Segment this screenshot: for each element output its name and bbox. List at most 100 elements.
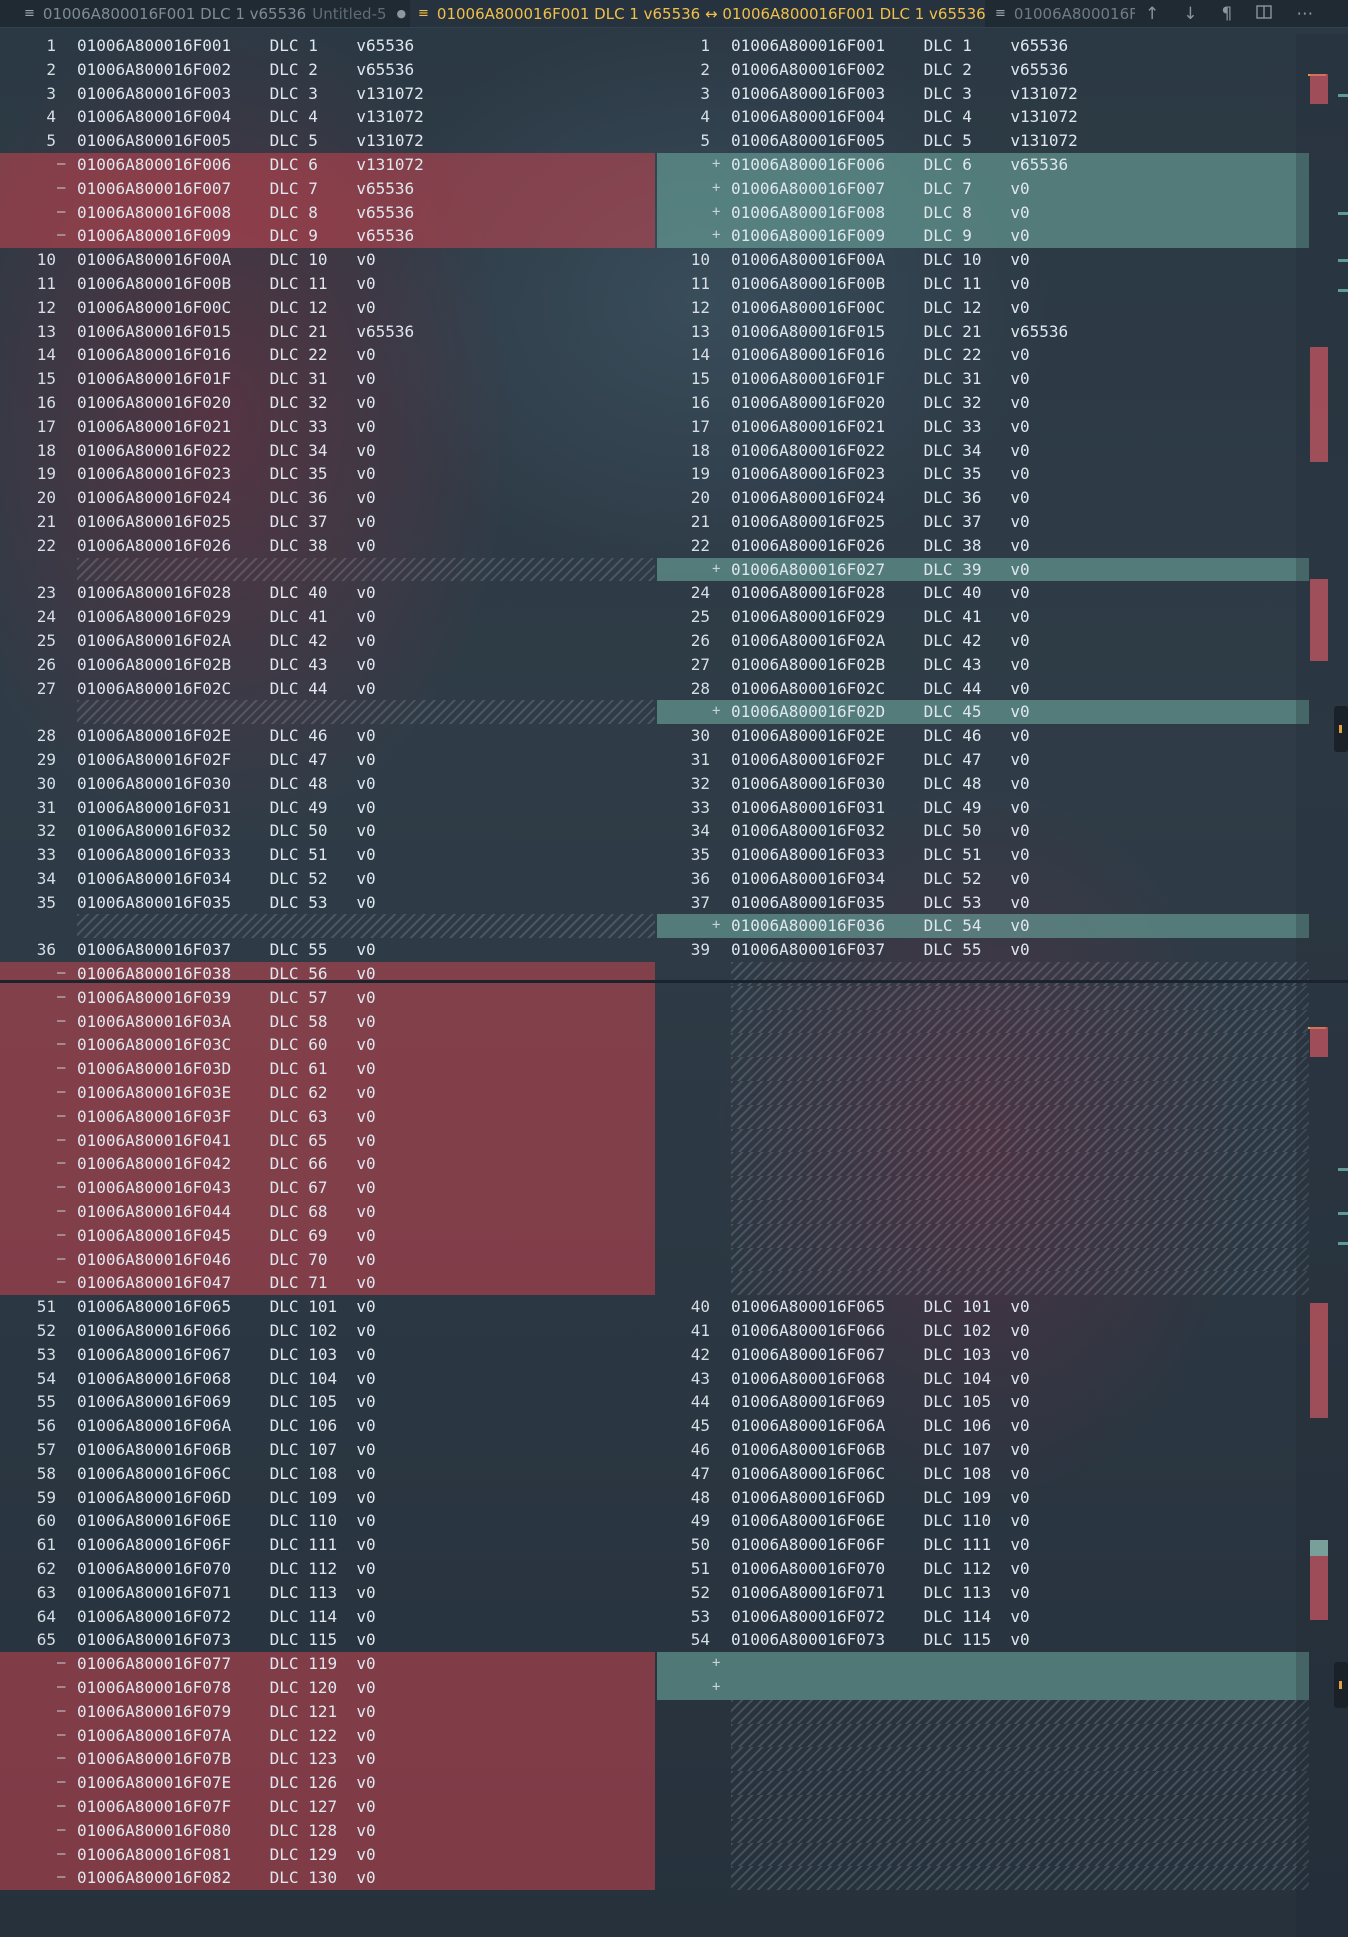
code-line[interactable]: 31 01006A800016F02F DLC 47 v0 bbox=[657, 748, 1309, 772]
code-line[interactable]: 53 01006A800016F072 DLC 114 v0 bbox=[657, 1605, 1309, 1629]
code-line[interactable]: 2 01006A800016F002 DLC 2 v65536 bbox=[0, 58, 655, 82]
code-line[interactable]: 13 01006A800016F015 DLC 21 v65536 bbox=[0, 320, 655, 344]
diff-deleted-line[interactable]: — 01006A800016F082 DLC 130 v0 bbox=[0, 1866, 655, 1891]
code-line[interactable]: 11 01006A800016F00B DLC 11 v0 bbox=[0, 272, 655, 296]
diff-deleted-line[interactable]: — 01006A800016F043 DLC 67 v0 bbox=[0, 1176, 655, 1201]
code-line[interactable]: 30 01006A800016F02E DLC 46 v0 bbox=[657, 724, 1309, 748]
code-line[interactable]: 65 01006A800016F073 DLC 115 v0 bbox=[0, 1628, 655, 1652]
tab-untitled[interactable]: ≡ 01006A800016F001 DLC 1 v65536 Untitled… bbox=[0, 0, 410, 27]
code-line[interactable]: 10 01006A800016F00A DLC 10 v0 bbox=[657, 248, 1309, 272]
code-line[interactable]: 24 01006A800016F029 DLC 41 v0 bbox=[0, 605, 655, 629]
code-line[interactable]: 36 01006A800016F037 DLC 55 v0 bbox=[0, 938, 655, 962]
code-line[interactable]: 54 01006A800016F073 DLC 115 v0 bbox=[657, 1628, 1309, 1652]
diff-deleted-line[interactable]: — 01006A800016F03E DLC 62 v0 bbox=[0, 1081, 655, 1105]
code-line[interactable]: 15 01006A800016F01F DLC 31 v0 bbox=[0, 367, 655, 391]
code-line[interactable]: 24 01006A800016F028 DLC 40 v0 bbox=[657, 581, 1309, 605]
code-line[interactable]: 36 01006A800016F034 DLC 52 v0 bbox=[657, 867, 1309, 891]
code-line[interactable]: 62 01006A800016F070 DLC 112 v0 bbox=[0, 1557, 655, 1581]
code-line[interactable]: 1 01006A800016F001 DLC 1 v65536 bbox=[657, 34, 1309, 58]
code-line[interactable]: 11 01006A800016F00B DLC 11 v0 bbox=[657, 272, 1309, 296]
diff-deleted-line[interactable]: — 01006A800016F03A DLC 58 v0 bbox=[0, 1009, 655, 1034]
diff-filler-row[interactable] bbox=[731, 1033, 1309, 1058]
code-line[interactable]: 46 01006A800016F06B DLC 107 v0 bbox=[657, 1438, 1309, 1462]
diff-filler-row[interactable] bbox=[731, 1247, 1309, 1272]
code-line[interactable]: 32 01006A800016F032 DLC 50 v0 bbox=[0, 819, 655, 843]
code-line[interactable]: 22 01006A800016F026 DLC 38 v0 bbox=[0, 534, 655, 558]
diff-inserted-line[interactable]: +01006A800016F008 DLC 8 v0 bbox=[657, 200, 1309, 225]
code-line[interactable]: 53 01006A800016F067 DLC 103 v0 bbox=[0, 1343, 655, 1367]
code-line[interactable]: 40 01006A800016F065 DLC 101 v0 bbox=[657, 1295, 1309, 1319]
diff-deleted-line[interactable]: — 01006A800016F007 DLC 7 v65536 bbox=[0, 176, 655, 201]
code-line[interactable]: 20 01006A800016F024 DLC 36 v0 bbox=[657, 486, 1309, 510]
diff-filler-row[interactable] bbox=[731, 1842, 1309, 1867]
scrollbar-thumb[interactable] bbox=[1334, 706, 1348, 752]
code-line[interactable]: 49 01006A800016F06E DLC 110 v0 bbox=[657, 1509, 1309, 1533]
diff-inserted-line[interactable]: +01006A800016F009 DLC 9 v0 bbox=[657, 224, 1309, 249]
diff-filler-row[interactable] bbox=[731, 1866, 1309, 1891]
code-line[interactable]: 12 01006A800016F00C DLC 12 v0 bbox=[657, 296, 1309, 320]
diff-filler-row[interactable] bbox=[731, 1176, 1309, 1201]
unsaved-dot-icon[interactable]: ● bbox=[397, 7, 407, 20]
diff-filler-row[interactable] bbox=[77, 557, 655, 582]
code-line[interactable]: 63 01006A800016F071 DLC 113 v0 bbox=[0, 1581, 655, 1605]
tab-diff-active[interactable]: ≡ 01006A800016F001 DLC 1 v65536 ↔ 01006A… bbox=[410, 0, 985, 27]
code-line[interactable]: 35 01006A800016F033 DLC 51 v0 bbox=[657, 843, 1309, 867]
code-line[interactable]: 45 01006A800016F06A DLC 106 v0 bbox=[657, 1414, 1309, 1438]
code-line[interactable]: 58 01006A800016F06C DLC 108 v0 bbox=[0, 1462, 655, 1486]
diff-deleted-line[interactable]: — 01006A800016F03C DLC 60 v0 bbox=[0, 1033, 655, 1058]
tab-other[interactable]: ≡ 01006A800016F bbox=[985, 0, 1135, 27]
diff-filler-row[interactable] bbox=[731, 1057, 1309, 1082]
code-line[interactable]: 19 01006A800016F023 DLC 35 v0 bbox=[0, 462, 655, 486]
overview-ruler[interactable] bbox=[1296, 34, 1348, 1937]
diff-deleted-line[interactable]: — 01006A800016F07F DLC 127 v0 bbox=[0, 1794, 655, 1819]
code-line[interactable]: 10 01006A800016F00A DLC 10 v0 bbox=[0, 248, 655, 272]
code-line[interactable]: 16 01006A800016F020 DLC 32 v0 bbox=[0, 391, 655, 415]
code-line[interactable]: 3 01006A800016F003 DLC 3 v131072 bbox=[657, 82, 1309, 106]
code-line[interactable]: 4 01006A800016F004 DLC 4 v131072 bbox=[657, 105, 1309, 129]
diff-deleted-line[interactable]: — 01006A800016F078 DLC 120 v0 bbox=[0, 1675, 655, 1700]
diff-original-pane[interactable]: 1 01006A800016F001 DLC 1 v65536 2 01006A800… bbox=[0, 34, 655, 1891]
diff-deleted-line[interactable]: — 01006A800016F03F DLC 63 v0 bbox=[0, 1104, 655, 1129]
show-whitespace-icon[interactable]: ¶ bbox=[1222, 4, 1233, 24]
diff-inserted-line[interactable]: + bbox=[657, 1652, 1309, 1676]
code-line[interactable]: 22 01006A800016F026 DLC 38 v0 bbox=[657, 534, 1309, 558]
diff-inserted-line[interactable]: +01006A800016F036 DLC 54 v0 bbox=[657, 914, 1309, 939]
code-line[interactable]: 18 01006A800016F022 DLC 34 v0 bbox=[0, 439, 655, 463]
code-line[interactable]: 52 01006A800016F071 DLC 113 v0 bbox=[657, 1581, 1309, 1605]
code-line[interactable]: 28 01006A800016F02E DLC 46 v0 bbox=[0, 724, 655, 748]
diff-filler-row[interactable] bbox=[731, 1081, 1309, 1105]
code-line[interactable]: 31 01006A800016F031 DLC 49 v0 bbox=[0, 796, 655, 820]
code-line[interactable]: 33 01006A800016F031 DLC 49 v0 bbox=[657, 796, 1309, 820]
code-line[interactable]: 60 01006A800016F06E DLC 110 v0 bbox=[0, 1509, 655, 1533]
code-line[interactable]: 37 01006A800016F035 DLC 53 v0 bbox=[657, 891, 1309, 915]
diff-deleted-line[interactable]: — 01006A800016F07B DLC 123 v0 bbox=[0, 1747, 655, 1772]
diff-deleted-line[interactable]: — 01006A800016F008 DLC 8 v65536 bbox=[0, 200, 655, 225]
diff-modified-pane[interactable]: 1 01006A800016F001 DLC 1 v65536 2 01006A800… bbox=[657, 34, 1309, 1891]
code-line[interactable]: 30 01006A800016F030 DLC 48 v0 bbox=[0, 772, 655, 796]
code-line[interactable]: 51 01006A800016F070 DLC 112 v0 bbox=[657, 1557, 1309, 1581]
code-line[interactable]: 14 01006A800016F016 DLC 22 v0 bbox=[657, 343, 1309, 367]
diff-filler-row[interactable] bbox=[731, 1271, 1309, 1296]
diff-inserted-line[interactable]: + bbox=[657, 1675, 1309, 1700]
code-line[interactable]: 43 01006A800016F068 DLC 104 v0 bbox=[657, 1367, 1309, 1391]
code-line[interactable]: 20 01006A800016F024 DLC 36 v0 bbox=[0, 486, 655, 510]
diff-filler-row[interactable] bbox=[731, 1104, 1309, 1129]
code-line[interactable]: 41 01006A800016F066 DLC 102 v0 bbox=[657, 1319, 1309, 1343]
code-line[interactable]: 56 01006A800016F06A DLC 106 v0 bbox=[0, 1414, 655, 1438]
diff-filler-row[interactable] bbox=[77, 700, 655, 725]
diff-inserted-line[interactable]: +01006A800016F007 DLC 7 v0 bbox=[657, 176, 1309, 201]
code-line[interactable]: 5 01006A800016F005 DLC 5 v131072 bbox=[0, 129, 655, 153]
diff-filler-row[interactable] bbox=[731, 985, 1309, 1010]
code-line[interactable]: 47 01006A800016F06C DLC 108 v0 bbox=[657, 1462, 1309, 1486]
diff-deleted-line[interactable]: — 01006A800016F046 DLC 70 v0 bbox=[0, 1247, 655, 1272]
code-line[interactable]: 51 01006A800016F065 DLC 101 v0 bbox=[0, 1295, 655, 1319]
code-line[interactable]: 3 01006A800016F003 DLC 3 v131072 bbox=[0, 82, 655, 106]
code-line[interactable]: 26 01006A800016F02A DLC 42 v0 bbox=[657, 629, 1309, 653]
code-line[interactable]: 57 01006A800016F06B DLC 107 v0 bbox=[0, 1438, 655, 1462]
code-line[interactable]: 4 01006A800016F004 DLC 4 v131072 bbox=[0, 105, 655, 129]
code-line[interactable]: 34 01006A800016F034 DLC 52 v0 bbox=[0, 867, 655, 891]
diff-filler-row[interactable] bbox=[731, 1723, 1309, 1748]
code-line[interactable]: 35 01006A800016F035 DLC 53 v0 bbox=[0, 891, 655, 915]
diff-filler-row[interactable] bbox=[731, 1771, 1309, 1795]
diff-filler-row[interactable] bbox=[731, 1009, 1309, 1034]
